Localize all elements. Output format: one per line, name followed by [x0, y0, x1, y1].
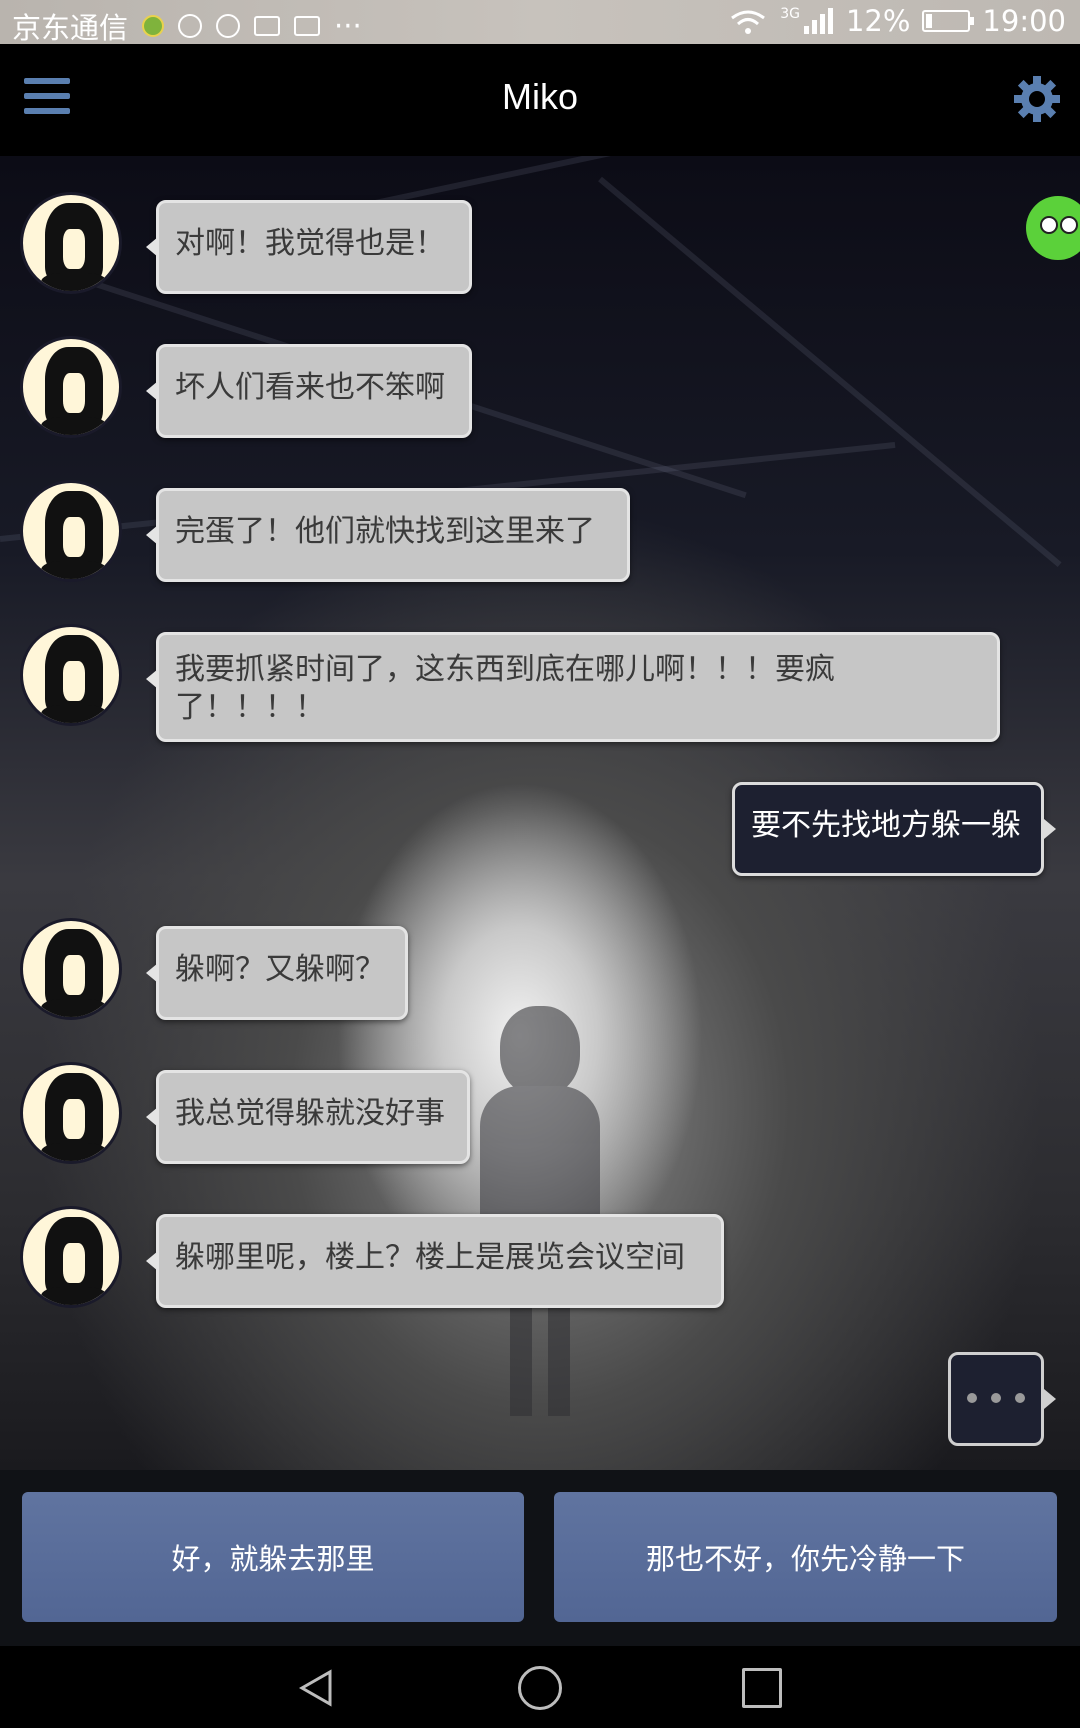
message-bubble: 躲啊？又躲啊？ — [146, 926, 408, 1020]
message-bubble: 对啊！我觉得也是！ — [146, 200, 472, 294]
message-bubble: 躲哪里呢，楼上？楼上是展览会议空间 — [146, 1214, 724, 1308]
message-bubble: 坏人们看来也不笨啊 — [146, 344, 472, 438]
miko-avatar[interactable] — [20, 1062, 122, 1164]
typing-indicator — [948, 1352, 1056, 1446]
miko-avatar[interactable] — [20, 336, 122, 438]
signal-icon — [803, 8, 833, 34]
user-message-bubble: 要不先找地方躲一躲 — [732, 782, 1056, 876]
back-triangle-icon[interactable] — [296, 1668, 336, 1708]
miko-avatar[interactable] — [20, 918, 122, 1020]
carrier-name: 京东通信 — [12, 11, 129, 45]
message-bubble: 我要抓紧时间了，这东西到底在哪儿啊！！！要疯了！！！！ — [146, 632, 1000, 742]
miko-avatar[interactable] — [20, 480, 122, 582]
mascot-icon[interactable] — [1020, 186, 1080, 266]
gear-icon[interactable] — [1012, 74, 1062, 124]
more-icon: ··· — [334, 9, 362, 43]
clock-time: 19:00 — [982, 4, 1066, 38]
miko-avatar[interactable] — [20, 1206, 122, 1308]
app-badge-icon — [142, 15, 165, 37]
reply-option-button[interactable]: 好，就躲去那里 — [22, 1492, 524, 1622]
reply-options: 好，就躲去那里 那也不好，你先冷静一下 — [0, 1470, 1080, 1646]
iqiyi-icon — [294, 16, 321, 36]
background-beam — [598, 176, 1062, 567]
battery-icon — [922, 10, 975, 32]
app-header: Miko — [0, 44, 1080, 156]
reply-option-button[interactable]: 那也不好，你先冷静一下 — [554, 1492, 1057, 1622]
miko-avatar[interactable] — [20, 624, 122, 726]
page-title: Miko — [501, 76, 578, 117]
network-type: 3G — [780, 6, 800, 22]
mail-icon — [254, 16, 281, 36]
chat-area[interactable]: 对啊！我觉得也是！ 坏人们看来也不笨啊 完蛋了！他们就快找到这里来了 我要抓紧时… — [0, 156, 1080, 1470]
battery-percent: 12% — [845, 4, 911, 38]
message-bubble: 我总觉得躲就没好事 — [146, 1070, 470, 1164]
status-bar: 京东通信 ··· 3G 12% 19:00 — [0, 0, 1080, 45]
wifi-icon — [731, 10, 766, 34]
clock-icon — [216, 14, 241, 38]
message-bubble: 完蛋了！他们就快找到这里来了 — [146, 488, 630, 582]
recent-apps-square-icon[interactable] — [742, 1668, 782, 1708]
system-nav-bar — [0, 1646, 1080, 1728]
home-circle-icon[interactable] — [518, 1666, 562, 1710]
alarm-icon — [178, 14, 203, 38]
miko-avatar[interactable] — [20, 192, 122, 294]
character-silhouette — [470, 1006, 610, 1416]
